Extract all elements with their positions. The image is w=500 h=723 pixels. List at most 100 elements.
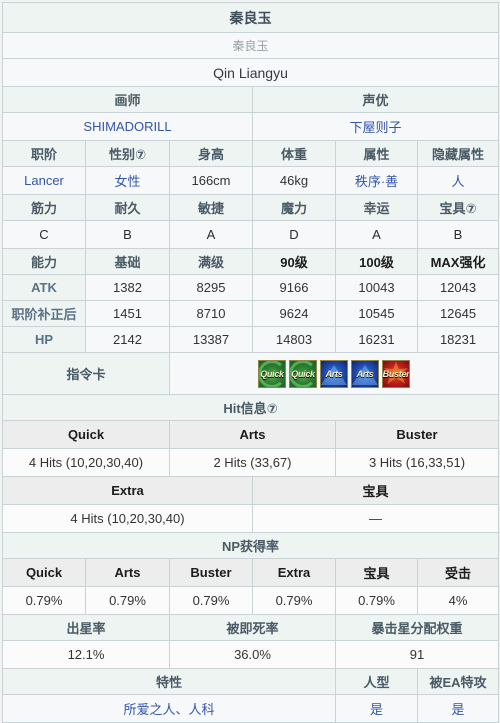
np-value-buster: 0.79% — [169, 586, 253, 615]
row-np-rate-value: 0.79% 0.79% 0.79% 0.79% 0.79% 4% — [2, 586, 500, 615]
hit-value-buster: 3 Hits (16,33,51) — [334, 448, 500, 477]
stats-cell: 10043 — [335, 274, 418, 301]
row-extra-rates-header: 出星率 被即死率 暴击星分配权重 — [2, 614, 500, 641]
param-value-endurance: B — [85, 220, 170, 249]
row-hit-info-value2: 4 Hits (10,20,30,40) — — [2, 504, 500, 533]
profile-value-hidden-attr[interactable]: 人 — [416, 166, 500, 195]
voice-actor-label: 声优 — [251, 86, 500, 113]
hit-header-arts: Arts — [169, 420, 336, 449]
stats-cell: 1451 — [85, 300, 170, 327]
param-header-agility: 敏捷 — [169, 194, 253, 221]
row-traits-header: 特性 人型 被EA特攻 — [2, 668, 500, 695]
hit-header-buster: Buster — [334, 420, 500, 449]
command-card-quick-icon: Quick — [289, 359, 318, 388]
command-card-arts-icon: Arts — [320, 359, 349, 388]
row-hit-info-title: Hit信息⑦ — [1, 394, 500, 421]
row-hit-info-value: 4 Hits (10,20,30,40) 2 Hits (33,67) 3 Hi… — [2, 448, 500, 477]
stats-cell: 1382 — [85, 274, 170, 301]
row-profile-header: 职阶 性别⑦ 身高 体重 属性 隐藏属性 — [2, 140, 500, 167]
table-row: HP 2142 13387 14803 16231 18231 — [2, 326, 500, 353]
np-value-arts: 0.79% — [85, 586, 170, 615]
stats-row-label: 职阶补正后 — [2, 300, 86, 327]
np-header-buster: Buster — [169, 558, 253, 587]
profile-value-alignment[interactable]: 秩序·善 — [335, 166, 418, 195]
stats-cell: 14803 — [252, 326, 336, 353]
profile-value-weight: 46kg — [252, 166, 336, 195]
row-extra-rates-value: 12.1% 36.0% 91 — [2, 640, 500, 669]
table-row: 职阶补正后 1451 8710 9624 10545 12645 — [2, 300, 500, 327]
np-rate-title: NP获得率 — [1, 532, 500, 559]
crit-weight-value: 91 — [334, 640, 500, 669]
profile-value-gender[interactable]: 女性 — [85, 166, 170, 195]
command-card-buster-icon: Buster — [382, 359, 411, 388]
profile-header-hidden-attr: 隐藏属性 — [416, 140, 500, 167]
param-value-agility: A — [169, 220, 253, 249]
profile-header-height: 身高 — [169, 140, 253, 167]
stats-cell: 8710 — [169, 300, 253, 327]
np-header-defend: 受击 — [416, 558, 500, 587]
ea-weakness-label: 被EA特攻 — [416, 668, 500, 695]
hit-info-title[interactable]: Hit信息⑦ — [1, 394, 500, 421]
servant-info-panel: 秦良玉 秦良玉 Qin Liangyu 画师 声优 SHIMADORILL 下屋… — [0, 0, 500, 723]
stats-header-lv100: 100级 — [335, 248, 418, 275]
stats-row-label: HP — [2, 326, 86, 353]
param-header-endurance: 耐久 — [85, 194, 170, 221]
illustrator-value[interactable]: SHIMADORILL — [2, 112, 253, 141]
param-value-np: B — [416, 220, 500, 249]
row-np-rate-title: NP获得率 — [1, 532, 500, 559]
np-value-defend: 4% — [416, 586, 500, 615]
stats-cell: 12645 — [416, 300, 500, 327]
row-params-value: C B A D A B — [2, 220, 500, 249]
stats-cell: 9624 — [252, 300, 336, 327]
stats-cell: 16231 — [335, 326, 418, 353]
servant-name-romaji: Qin Liangyu — [1, 58, 500, 87]
np-header-np: 宝具 — [335, 558, 418, 587]
profile-value-class[interactable]: Lancer — [2, 166, 86, 195]
param-value-luck: A — [335, 220, 418, 249]
hit-header-np: 宝具 — [251, 476, 500, 505]
command-cards-cell: Quick Quick Arts Arts Buster — [168, 352, 500, 395]
np-value-extra: 0.79% — [252, 586, 336, 615]
np-value-np: 0.79% — [335, 586, 418, 615]
param-header-np[interactable]: 宝具⑦ — [416, 194, 500, 221]
stats-header-maxgrail: MAX强化 — [416, 248, 500, 275]
star-rate-label: 出星率 — [2, 614, 170, 641]
humanoid-value: 是 — [335, 694, 418, 723]
stats-row-label: ATK — [2, 274, 86, 301]
hit-value-np: — — [251, 504, 500, 533]
np-value-quick: 0.79% — [2, 586, 86, 615]
stats-cell: 2142 — [85, 326, 170, 353]
row-credits-header: 画师 声优 — [2, 86, 500, 113]
row-profile-value: Lancer 女性 166cm 46kg 秩序·善 人 — [2, 166, 500, 195]
stats-header-base: 基础 — [85, 248, 170, 275]
profile-header-alignment: 属性 — [335, 140, 418, 167]
profile-header-weight: 体重 — [252, 140, 336, 167]
traits-label: 特性 — [2, 668, 336, 695]
hit-value-quick: 4 Hits (10,20,30,40) — [2, 448, 170, 477]
row-name-romaji: Qin Liangyu — [1, 58, 500, 87]
command-cards-label: 指令卡 — [2, 352, 170, 395]
stats-cell: 10545 — [335, 300, 418, 327]
death-rate-value: 36.0% — [169, 640, 336, 669]
param-header-strength: 筋力 — [2, 194, 86, 221]
np-header-arts: Arts — [85, 558, 170, 587]
profile-header-gender[interactable]: 性别⑦ — [85, 140, 170, 167]
row-credits-value: SHIMADORILL 下屋则子 — [2, 112, 500, 141]
hit-header-extra: Extra — [2, 476, 253, 505]
hit-value-extra: 4 Hits (10,20,30,40) — [2, 504, 253, 533]
humanoid-label: 人型 — [335, 668, 418, 695]
crit-weight-label: 暴击星分配权重 — [334, 614, 500, 641]
stats-header-ability: 能力 — [2, 248, 86, 275]
hit-value-arts: 2 Hits (33,67) — [169, 448, 336, 477]
row-hit-info-header: Quick Arts Buster — [2, 420, 500, 449]
row-params-header: 筋力 耐久 敏捷 魔力 幸运 宝具⑦ — [2, 194, 500, 221]
table-row: ATK 1382 8295 9166 10043 12043 — [2, 274, 500, 301]
traits-value[interactable]: 所爱之人、人科 — [2, 694, 336, 723]
death-rate-label: 被即死率 — [169, 614, 336, 641]
voice-actor-value[interactable]: 下屋则子 — [251, 112, 500, 141]
param-value-mana: D — [252, 220, 336, 249]
row-np-rate-header: Quick Arts Buster Extra 宝具 受击 — [2, 558, 500, 587]
servant-name-jp: 秦良玉 — [1, 32, 500, 59]
star-rate-value: 12.1% — [2, 640, 170, 669]
stats-cell: 8295 — [169, 274, 253, 301]
